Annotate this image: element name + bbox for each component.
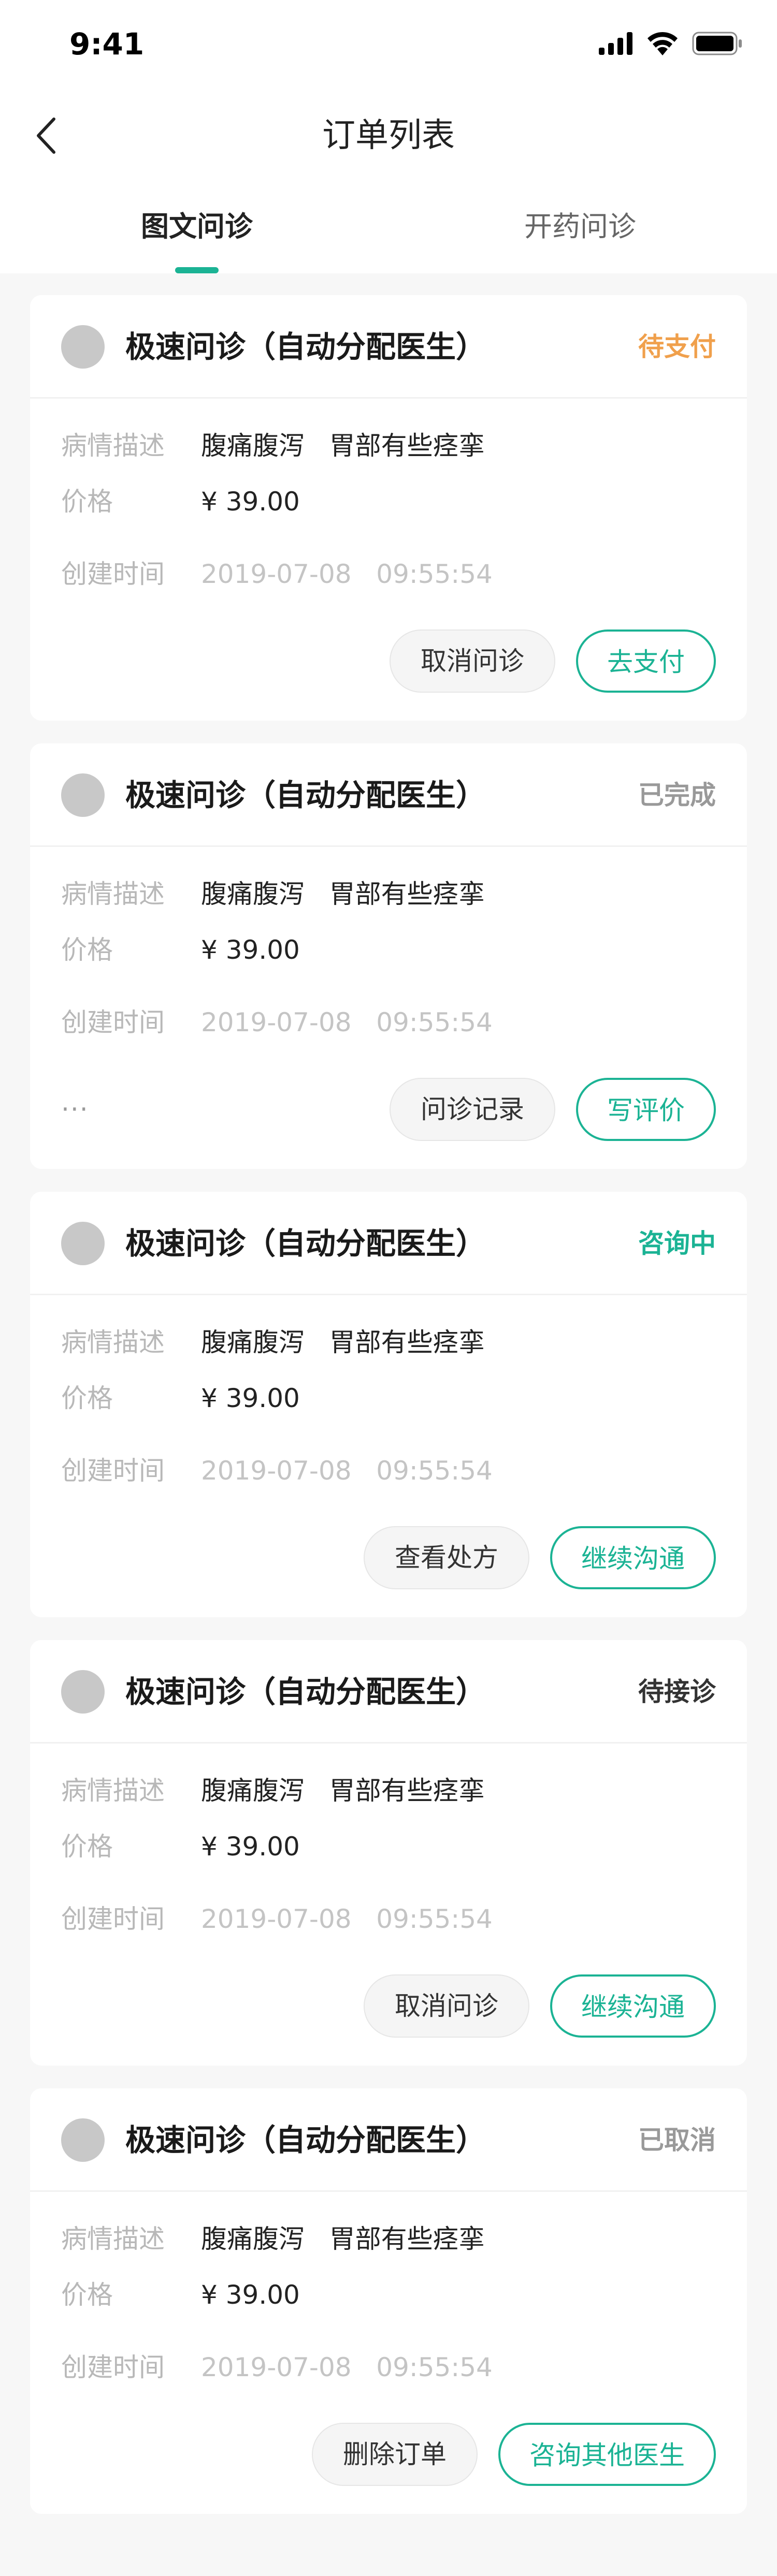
condition-label: 病情描述: [61, 1776, 165, 1806]
header-area: 9:41 订单列表 图文问诊 开药问诊: [0, 0, 777, 273]
created-time-value: 2019-07-08 09:55:54: [201, 1904, 493, 1934]
secondary-action-button[interactable]: 取消问诊: [364, 1974, 529, 2038]
price-value: ¥ 39.00: [201, 1383, 300, 1413]
order-card[interactable]: 极速问诊（自动分配医生） 已取消病情描述 腹痛腹泻 胃部有些痉挛价格 ¥ 39.00 创…: [30, 2088, 747, 2514]
page-title: 订单列表: [322, 116, 455, 155]
doctor-avatar: [61, 1670, 105, 1714]
order-status: 待支付: [638, 332, 716, 362]
doctor-avatar: [61, 773, 105, 817]
created-time-label: 创建时间: [61, 1904, 165, 1934]
primary-action-button[interactable]: 写评价: [576, 1078, 716, 1141]
price-label: 价格: [61, 2280, 113, 2310]
price-value: ¥ 39.00: [201, 935, 300, 965]
order-card[interactable]: 极速问诊（自动分配医生） 已完成病情描述 腹痛腹泻 胃部有些痉挛价格 ¥ 39.00 创…: [30, 743, 747, 1169]
cellular-signal-icon: [599, 32, 633, 57]
service-title: 极速问诊（自动分配医生）: [125, 1226, 486, 1261]
service-title: 极速问诊（自动分配医生）: [125, 2123, 486, 2158]
price-label: 价格: [61, 1383, 113, 1413]
price-value: ¥ 39.00: [201, 1832, 300, 1862]
order-card-header: 极速问诊（自动分配医生） 咨询中: [30, 1192, 747, 1295]
doctor-avatar: [61, 1222, 105, 1265]
order-status: 待接诊: [638, 1677, 716, 1707]
order-list-screen: 9:41 订单列表 图文问诊 开药问诊 极速问诊（自动分配医生） 待支付 病情描…: [0, 0, 777, 2576]
condition-label: 病情描述: [61, 879, 165, 909]
price-value: ¥ 39.00: [201, 487, 300, 517]
service-title: 极速问诊（自动分配医生）: [125, 1674, 486, 1709]
order-status: 已取消: [638, 2125, 716, 2155]
primary-action-button[interactable]: 咨询其他医生: [498, 2423, 716, 2486]
more-options-icon[interactable]: ···: [61, 1091, 89, 1128]
created-time-label: 创建时间: [61, 1007, 165, 1037]
order-card[interactable]: 极速问诊（自动分配医生） 待支付病情描述 腹痛腹泻 胃部有些痉挛价格 ¥ 39.00 创…: [30, 295, 747, 721]
condition-value: 腹痛腹泻 胃部有些痉挛: [201, 1776, 485, 1806]
price-label: 价格: [61, 935, 113, 965]
active-tab-indicator: [175, 267, 219, 273]
secondary-action-button[interactable]: 删除订单: [312, 2423, 478, 2486]
condition-value: 腹痛腹泻 胃部有些痉挛: [201, 879, 485, 909]
status-icons: [599, 29, 743, 60]
order-card-header: 极速问诊（自动分配医生） 待支付: [30, 295, 747, 399]
primary-action-button[interactable]: 继续沟通: [550, 1526, 716, 1589]
order-card[interactable]: 极速问诊（自动分配医生） 咨询中病情描述 腹痛腹泻 胃部有些痉挛价格 ¥ 39.00 创…: [30, 1192, 747, 1617]
order-status: 咨询中: [638, 1228, 716, 1258]
order-card[interactable]: 极速问诊（自动分配医生） 待接诊病情描述 腹痛腹泻 胃部有些痉挛价格 ¥ 39.00 创…: [30, 1640, 747, 2066]
condition-label: 病情描述: [61, 1327, 165, 1357]
created-time-value: 2019-07-08 09:55:54: [201, 1007, 493, 1037]
order-status: 已完成: [638, 780, 716, 810]
primary-action-button[interactable]: 继续沟通: [550, 1974, 716, 2038]
created-time-value: 2019-07-08 09:55:54: [201, 559, 493, 589]
created-time-value: 2019-07-08 09:55:54: [201, 2352, 493, 2382]
wifi-icon: [646, 32, 679, 57]
primary-action-button[interactable]: 去支付: [576, 630, 716, 693]
secondary-action-button[interactable]: 取消问诊: [390, 630, 555, 693]
service-title: 极速问诊（自动分配医生）: [125, 778, 486, 813]
condition-value: 腹痛腹泻 胃部有些痉挛: [201, 1327, 485, 1357]
order-card-header: 极速问诊（自动分配医生） 待接诊: [30, 1640, 747, 1744]
created-time-label: 创建时间: [61, 1456, 165, 1486]
order-card-header: 极速问诊（自动分配医生） 已取消: [30, 2088, 747, 2192]
condition-value: 腹痛腹泻 胃部有些痉挛: [201, 2224, 485, 2254]
secondary-action-button[interactable]: 问诊记录: [390, 1078, 555, 1141]
created-time-label: 创建时间: [61, 2352, 165, 2382]
status-time: 9:41: [69, 26, 145, 62]
price-value: ¥ 39.00: [201, 2280, 300, 2310]
price-label: 价格: [61, 1832, 113, 1862]
doctor-avatar: [61, 2118, 105, 2162]
condition-value: 腹痛腹泻 胃部有些痉挛: [201, 431, 485, 461]
tab-prescription-consultation[interactable]: 开药问诊: [487, 206, 673, 247]
condition-label: 病情描述: [61, 2224, 165, 2254]
doctor-avatar: [61, 325, 105, 369]
order-card-header: 极速问诊（自动分配医生） 已完成: [30, 743, 747, 847]
secondary-action-button[interactable]: 查看处方: [364, 1526, 529, 1589]
created-time-value: 2019-07-08 09:55:54: [201, 1456, 493, 1486]
created-time-label: 创建时间: [61, 559, 165, 589]
service-title: 极速问诊（自动分配医生）: [125, 329, 486, 364]
condition-label: 病情描述: [61, 431, 165, 461]
tab-image-text-consultation[interactable]: 图文问诊: [104, 206, 290, 247]
battery-icon: [692, 32, 743, 57]
price-label: 价格: [61, 487, 113, 517]
